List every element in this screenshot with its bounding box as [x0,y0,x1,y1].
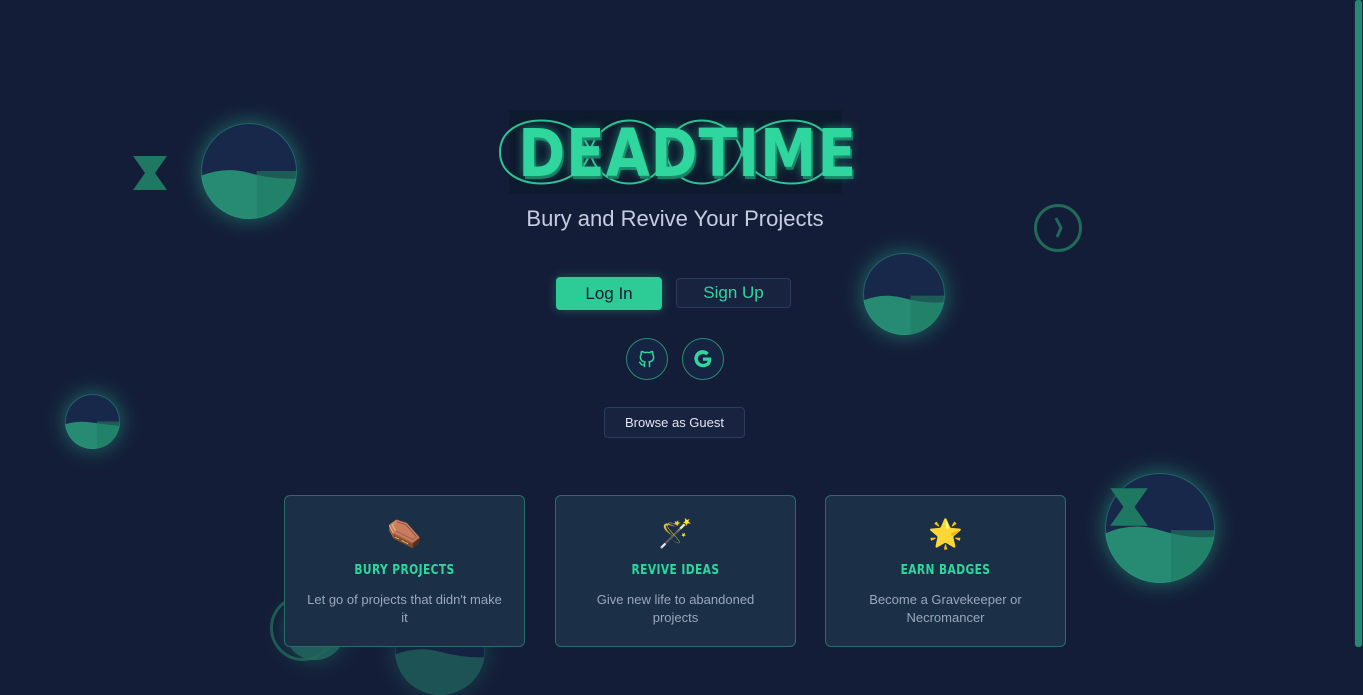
logo-text: DEADTIME [518,115,857,192]
feature-title: Bury Projects [354,563,455,578]
water-orb-decoration [65,394,120,449]
coffin-icon: ⚰️ [387,517,422,550]
logo: DEADTIME [490,110,857,194]
hourglass-icon [133,156,167,190]
feature-card-revive: 🪄 Revive Ideas Give new life to abandone… [555,495,796,647]
github-login-button[interactable] [626,338,668,380]
feature-description: Become a Gravekeeper or Necromancer [869,592,1022,625]
magic-wand-icon: 🪄 [658,517,693,550]
water-orb-decoration [201,123,297,219]
login-button[interactable]: Log In [556,277,662,310]
feature-title: Revive Ideas [631,563,720,578]
glowing-star-icon: 🌟 [928,517,963,550]
browse-as-guest-button[interactable]: Browse as Guest [604,407,745,438]
water-orb-decoration [863,253,945,335]
signup-button[interactable]: Sign Up [676,278,791,308]
scrollbar[interactable] [1352,0,1363,647]
feature-description: Let go of projects that didn't make it [307,592,502,625]
google-icon [694,350,712,368]
feature-card-bury: ⚰️ Bury Projects Let go of projects that… [284,495,525,647]
hourglass-icon [1110,488,1148,526]
feature-description: Give new life to abandoned projects [596,592,755,625]
page-tagline: Bury and Revive Your Projects [526,206,824,231]
github-icon [638,350,655,368]
scrollbar-thumb[interactable] [1355,0,1362,647]
feature-title: Earn Badges [900,563,991,578]
google-login-button[interactable] [682,338,724,380]
feature-card-badges: 🌟 Earn Badges Become a Gravekeeper or Ne… [825,495,1066,647]
